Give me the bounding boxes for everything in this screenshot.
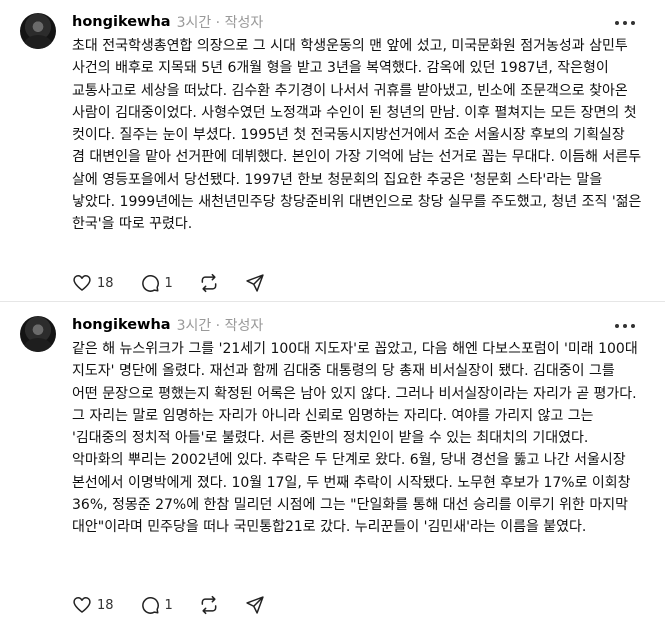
like-button[interactable]: 18 xyxy=(66,592,120,618)
share-button[interactable] xyxy=(239,270,271,296)
share-button[interactable] xyxy=(239,592,271,618)
reply-count: 1 xyxy=(164,275,173,291)
post-header: hongikewha 3시간 · 작성자 xyxy=(72,314,263,336)
repost-icon xyxy=(201,595,217,615)
comment-icon xyxy=(141,597,159,614)
username[interactable]: hongikewha xyxy=(72,14,171,30)
reply-button[interactable]: 1 xyxy=(134,270,179,296)
post-meta: 3시간 · 작성자 xyxy=(176,15,264,31)
like-count: 18 xyxy=(97,275,114,291)
author-tag: 작성자 xyxy=(224,15,264,31)
avatar[interactable] xyxy=(20,13,56,49)
post-body: 초대 전국학생총연합 의장으로 그 시대 학생운동의 맨 앞에 섰고, 미국문화… xyxy=(72,38,642,233)
post-divider xyxy=(0,301,665,302)
repost-icon xyxy=(201,273,217,293)
post-meta: 3시간 · 작성자 xyxy=(176,318,264,334)
comment-icon xyxy=(141,275,159,292)
post-body: 같은 해 뉴스위크가 그를 '21세기 100대 지도자'로 꼽았고, 다음 해… xyxy=(72,341,638,536)
like-count: 18 xyxy=(97,597,114,613)
reply-button[interactable]: 1 xyxy=(134,592,179,618)
post-time: 3시간 xyxy=(176,15,212,31)
repost-button[interactable] xyxy=(193,270,225,296)
send-icon xyxy=(246,274,264,292)
post-card: hongikewha 3시간 · 작성자 같은 해 뉴스위크가 그를 '21세기… xyxy=(0,303,665,619)
avatar[interactable] xyxy=(20,316,56,352)
post-header: hongikewha 3시간 · 작성자 xyxy=(72,11,263,33)
more-icon[interactable] xyxy=(615,12,635,32)
post-card: hongikewha 3시간 · 작성자 초대 전국학생총연합 의장으로 그 시… xyxy=(0,0,665,300)
repost-button[interactable] xyxy=(193,592,225,618)
heart-icon xyxy=(73,275,91,291)
username[interactable]: hongikewha xyxy=(72,317,171,333)
send-icon xyxy=(246,596,264,614)
post-actions: 18 1 xyxy=(66,592,285,618)
heart-icon xyxy=(73,597,91,613)
reply-count: 1 xyxy=(164,597,173,613)
post-actions: 18 1 xyxy=(66,270,285,296)
post-time: 3시간 xyxy=(176,318,212,334)
like-button[interactable]: 18 xyxy=(66,270,120,296)
author-tag: 작성자 xyxy=(224,318,264,334)
more-icon[interactable] xyxy=(615,315,635,335)
